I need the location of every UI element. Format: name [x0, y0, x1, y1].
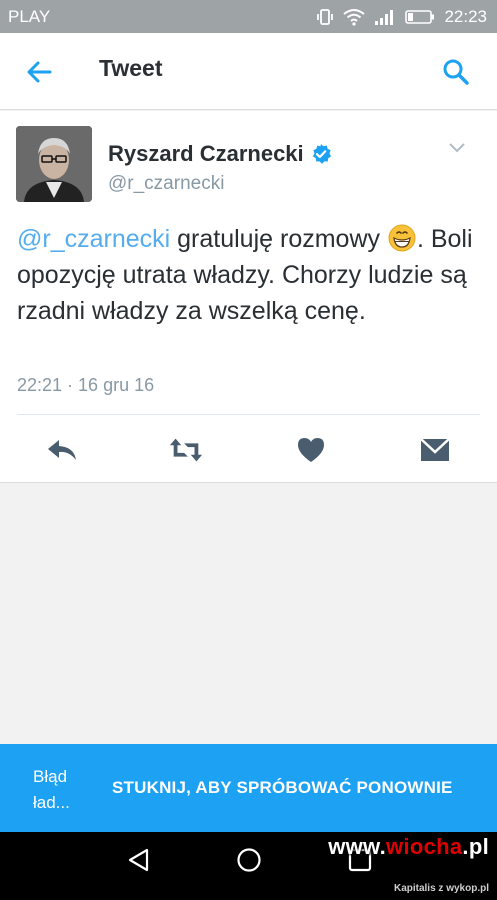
- tweet-text-part1: gratuluję rozmowy: [170, 225, 387, 253]
- vibrate-icon: [317, 8, 334, 25]
- retweet-icon: [169, 438, 203, 462]
- nav-back-button[interactable]: [126, 847, 152, 873]
- avatar-photo: [16, 126, 92, 202]
- back-button[interactable]: [24, 57, 54, 87]
- direct-message-button[interactable]: [417, 435, 453, 465]
- clock: 22:23: [444, 6, 487, 26]
- display-name-text: Ryszard Czarnecki: [108, 141, 304, 166]
- carrier-label: PLAY: [8, 6, 51, 26]
- tweet-timestamp: 22:21 · 16 gru 16: [17, 375, 155, 395]
- direct-message-icon: [420, 438, 450, 461]
- app-bar: Tweet: [0, 33, 497, 110]
- watermark: www.wiocha.pl: [328, 834, 489, 860]
- display-name[interactable]: Ryszard Czarnecki: [108, 141, 332, 167]
- page-title: Tweet: [99, 55, 163, 81]
- like-icon: [298, 438, 324, 462]
- triangle-back-icon: [128, 848, 149, 872]
- status-icons: 22:23: [316, 7, 487, 27]
- signal-icon: [375, 9, 394, 25]
- reply-icon: [48, 440, 76, 460]
- verified-badge-icon: [312, 144, 331, 164]
- like-button[interactable]: [293, 435, 329, 465]
- retry-label: STUKNIJ, ABY SPRÓBOWAĆ PONOWNIE: [112, 778, 453, 797]
- search-icon: [443, 59, 469, 85]
- watermark-prefix: www.: [328, 834, 387, 859]
- nav-home-button[interactable]: [236, 847, 262, 873]
- circle-home-icon: [237, 848, 261, 872]
- arrow-left-icon: [27, 61, 52, 83]
- reply-button[interactable]: [44, 435, 80, 465]
- avatar[interactable]: [16, 126, 92, 202]
- status-bar: PLAY 22:23: [0, 0, 497, 33]
- tweet-card: Ryszard Czarnecki @r_czarnecki @r_czarne…: [0, 111, 497, 483]
- credit-label: Kapitalis z wykop.pl: [393, 883, 489, 894]
- error-label: Błąd ład...: [33, 767, 70, 812]
- mention-link[interactable]: @r_czarnecki: [17, 225, 170, 253]
- search-button[interactable]: [441, 57, 471, 87]
- user-handle[interactable]: @r_czarnecki: [108, 173, 224, 195]
- grinning-face-emoji-icon: [388, 224, 416, 252]
- wifi-icon: [343, 8, 366, 26]
- tweet-menu-button[interactable]: [447, 139, 467, 155]
- chevron-down-icon: [449, 143, 465, 153]
- watermark-suffix: .pl: [462, 834, 489, 859]
- tweet-text: @r_czarnecki gratuluję rozmowy . Boli op…: [17, 221, 482, 329]
- tweet-actions: [0, 415, 497, 481]
- watermark-name: wiocha: [386, 834, 463, 859]
- retry-banner[interactable]: Błąd ład... STUKNIJ, ABY SPRÓBOWAĆ PONOW…: [0, 744, 497, 832]
- battery-icon: [405, 9, 435, 24]
- retweet-button[interactable]: [168, 435, 204, 465]
